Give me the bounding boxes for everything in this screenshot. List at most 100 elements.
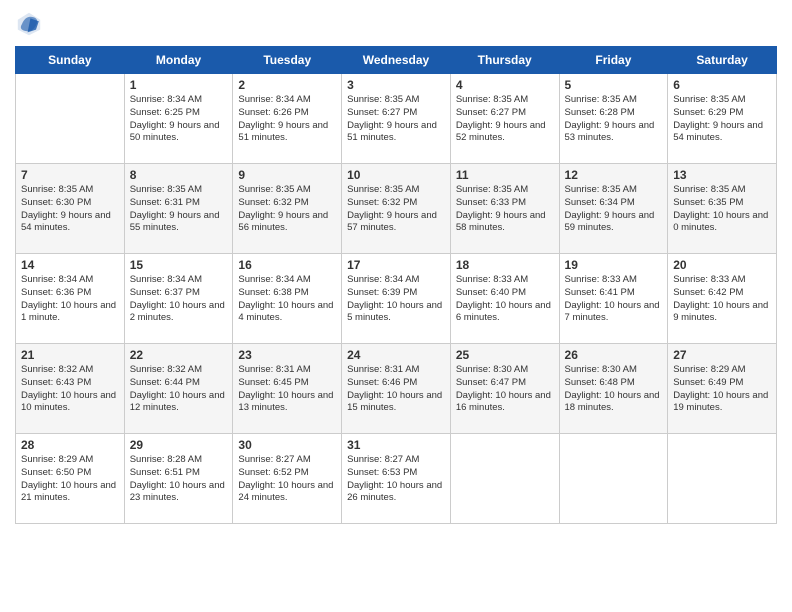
cell-info: Sunrise: 8:34 AM Sunset: 6:38 PM Dayligh…: [238, 274, 336, 325]
col-header-friday: Friday: [559, 47, 668, 74]
cell-info: Sunrise: 8:35 AM Sunset: 6:28 PM Dayligh…: [565, 94, 663, 145]
calendar-cell: 23 Sunrise: 8:31 AM Sunset: 6:45 PM Dayli…: [233, 344, 342, 434]
calendar-cell: 18 Sunrise: 8:33 AM Sunset: 6:40 PM Dayli…: [450, 254, 559, 344]
calendar-cell: 26Sunrise: 8:30 AM Sunset: 6:48 PM Dayli…: [559, 344, 668, 434]
col-header-thursday: Thursday: [450, 47, 559, 74]
calendar-cell: 12Sunrise: 8:35 AM Sunset: 6:34 PM Dayli…: [559, 164, 668, 254]
calendar-cell: 25 Sunrise: 8:30 AM Sunset: 6:47 PM Dayli…: [450, 344, 559, 434]
calendar-cell: 14 Sunrise: 8:34 AM Sunset: 6:36 PM Dayli…: [16, 254, 125, 344]
cell-info: Sunrise: 8:29 AM Sunset: 6:50 PM Dayligh…: [21, 454, 119, 505]
calendar-cell: 3Sunrise: 8:35 AM Sunset: 6:27 PM Daylig…: [342, 74, 451, 164]
day-number: 5: [565, 78, 663, 92]
calendar-week-row: 1 Sunrise: 8:34 AM Sunset: 6:25 PM Daylig…: [16, 74, 777, 164]
calendar-cell: 10 Sunrise: 8:35 AM Sunset: 6:32 PM Dayli…: [342, 164, 451, 254]
cell-info: Sunrise: 8:31 AM Sunset: 6:46 PM Dayligh…: [347, 364, 445, 415]
cell-info: Sunrise: 8:35 AM Sunset: 6:34 PM Dayligh…: [565, 184, 663, 235]
calendar-cell: 16 Sunrise: 8:34 AM Sunset: 6:38 PM Dayli…: [233, 254, 342, 344]
day-number: 15: [130, 258, 228, 272]
cell-info: Sunrise: 8:34 AM Sunset: 6:36 PM Dayligh…: [21, 274, 119, 325]
day-number: 2: [238, 78, 336, 92]
calendar-cell: 9 Sunrise: 8:35 AM Sunset: 6:32 PM Daylig…: [233, 164, 342, 254]
day-number: 20: [673, 258, 771, 272]
cell-info: Sunrise: 8:34 AM Sunset: 6:37 PM Dayligh…: [130, 274, 228, 325]
cell-info: Sunrise: 8:34 AM Sunset: 6:25 PM Dayligh…: [130, 94, 228, 145]
calendar-cell: 17 Sunrise: 8:34 AM Sunset: 6:39 PM Dayli…: [342, 254, 451, 344]
calendar-week-row: 28 Sunrise: 8:29 AM Sunset: 6:50 PM Dayli…: [16, 434, 777, 524]
day-number: 31: [347, 438, 445, 452]
cell-info: Sunrise: 8:33 AM Sunset: 6:41 PM Dayligh…: [565, 274, 663, 325]
col-header-tuesday: Tuesday: [233, 47, 342, 74]
calendar-week-row: 14 Sunrise: 8:34 AM Sunset: 6:36 PM Dayli…: [16, 254, 777, 344]
calendar-week-row: 21 Sunrise: 8:32 AM Sunset: 6:43 PM Dayli…: [16, 344, 777, 434]
cell-info: Sunrise: 8:35 AM Sunset: 6:32 PM Dayligh…: [238, 184, 336, 235]
page: SundayMondayTuesdayWednesdayThursdayFrid…: [0, 0, 792, 612]
day-number: 18: [456, 258, 554, 272]
cell-info: Sunrise: 8:34 AM Sunset: 6:39 PM Dayligh…: [347, 274, 445, 325]
day-number: 9: [238, 168, 336, 182]
day-number: 25: [456, 348, 554, 362]
calendar-cell: 29 Sunrise: 8:28 AM Sunset: 6:51 PM Dayli…: [124, 434, 233, 524]
calendar-cell: [450, 434, 559, 524]
calendar-cell: [668, 434, 777, 524]
cell-info: Sunrise: 8:33 AM Sunset: 6:40 PM Dayligh…: [456, 274, 554, 325]
calendar-table: SundayMondayTuesdayWednesdayThursdayFrid…: [15, 46, 777, 524]
cell-info: Sunrise: 8:28 AM Sunset: 6:51 PM Dayligh…: [130, 454, 228, 505]
calendar-cell: 19 Sunrise: 8:33 AM Sunset: 6:41 PM Dayli…: [559, 254, 668, 344]
calendar-cell: 8Sunrise: 8:35 AM Sunset: 6:31 PM Daylig…: [124, 164, 233, 254]
calendar-cell: [16, 74, 125, 164]
cell-info: Sunrise: 8:31 AM Sunset: 6:45 PM Dayligh…: [238, 364, 336, 415]
calendar-cell: 22 Sunrise: 8:32 AM Sunset: 6:44 PM Dayli…: [124, 344, 233, 434]
day-number: 10: [347, 168, 445, 182]
calendar-cell: 28 Sunrise: 8:29 AM Sunset: 6:50 PM Dayli…: [16, 434, 125, 524]
cell-info: Sunrise: 8:34 AM Sunset: 6:26 PM Dayligh…: [238, 94, 336, 145]
day-number: 30: [238, 438, 336, 452]
day-number: 1: [130, 78, 228, 92]
day-number: 29: [130, 438, 228, 452]
calendar-cell: 7 Sunrise: 8:35 AM Sunset: 6:30 PM Daylig…: [16, 164, 125, 254]
day-number: 28: [21, 438, 119, 452]
cell-info: Sunrise: 8:27 AM Sunset: 6:53 PM Dayligh…: [347, 454, 445, 505]
cell-info: Sunrise: 8:32 AM Sunset: 6:44 PM Dayligh…: [130, 364, 228, 415]
day-number: 27: [673, 348, 771, 362]
col-header-wednesday: Wednesday: [342, 47, 451, 74]
calendar-cell: 21 Sunrise: 8:32 AM Sunset: 6:43 PM Dayli…: [16, 344, 125, 434]
day-number: 23: [238, 348, 336, 362]
cell-info: Sunrise: 8:30 AM Sunset: 6:47 PM Dayligh…: [456, 364, 554, 415]
cell-info: Sunrise: 8:35 AM Sunset: 6:27 PM Dayligh…: [347, 94, 445, 145]
header: [15, 10, 777, 38]
day-number: 22: [130, 348, 228, 362]
calendar-cell: 13Sunrise: 8:35 AM Sunset: 6:35 PM Dayli…: [668, 164, 777, 254]
cell-info: Sunrise: 8:35 AM Sunset: 6:29 PM Dayligh…: [673, 94, 771, 145]
cell-info: Sunrise: 8:32 AM Sunset: 6:43 PM Dayligh…: [21, 364, 119, 415]
day-number: 11: [456, 168, 554, 182]
day-number: 14: [21, 258, 119, 272]
day-number: 17: [347, 258, 445, 272]
day-number: 7: [21, 168, 119, 182]
calendar-cell: 31 Sunrise: 8:27 AM Sunset: 6:53 PM Dayli…: [342, 434, 451, 524]
calendar-cell: 30Sunrise: 8:27 AM Sunset: 6:52 PM Dayli…: [233, 434, 342, 524]
cell-info: Sunrise: 8:33 AM Sunset: 6:42 PM Dayligh…: [673, 274, 771, 325]
day-number: 19: [565, 258, 663, 272]
calendar-cell: 6 Sunrise: 8:35 AM Sunset: 6:29 PM Daylig…: [668, 74, 777, 164]
col-header-sunday: Sunday: [16, 47, 125, 74]
day-number: 6: [673, 78, 771, 92]
cell-info: Sunrise: 8:35 AM Sunset: 6:31 PM Dayligh…: [130, 184, 228, 235]
calendar-cell: 20 Sunrise: 8:33 AM Sunset: 6:42 PM Dayli…: [668, 254, 777, 344]
day-number: 24: [347, 348, 445, 362]
calendar-cell: 24 Sunrise: 8:31 AM Sunset: 6:46 PM Dayli…: [342, 344, 451, 434]
calendar-cell: 15 Sunrise: 8:34 AM Sunset: 6:37 PM Dayli…: [124, 254, 233, 344]
cell-info: Sunrise: 8:35 AM Sunset: 6:32 PM Dayligh…: [347, 184, 445, 235]
calendar-cell: 2 Sunrise: 8:34 AM Sunset: 6:26 PM Daylig…: [233, 74, 342, 164]
cell-info: Sunrise: 8:35 AM Sunset: 6:33 PM Dayligh…: [456, 184, 554, 235]
cell-info: Sunrise: 8:35 AM Sunset: 6:35 PM Dayligh…: [673, 184, 771, 235]
logo: [15, 10, 47, 38]
col-header-saturday: Saturday: [668, 47, 777, 74]
cell-info: Sunrise: 8:29 AM Sunset: 6:49 PM Dayligh…: [673, 364, 771, 415]
day-number: 4: [456, 78, 554, 92]
day-number: 21: [21, 348, 119, 362]
cell-info: Sunrise: 8:35 AM Sunset: 6:30 PM Dayligh…: [21, 184, 119, 235]
cell-info: Sunrise: 8:30 AM Sunset: 6:48 PM Dayligh…: [565, 364, 663, 415]
day-number: 16: [238, 258, 336, 272]
calendar-cell: [559, 434, 668, 524]
calendar-header-row: SundayMondayTuesdayWednesdayThursdayFrid…: [16, 47, 777, 74]
